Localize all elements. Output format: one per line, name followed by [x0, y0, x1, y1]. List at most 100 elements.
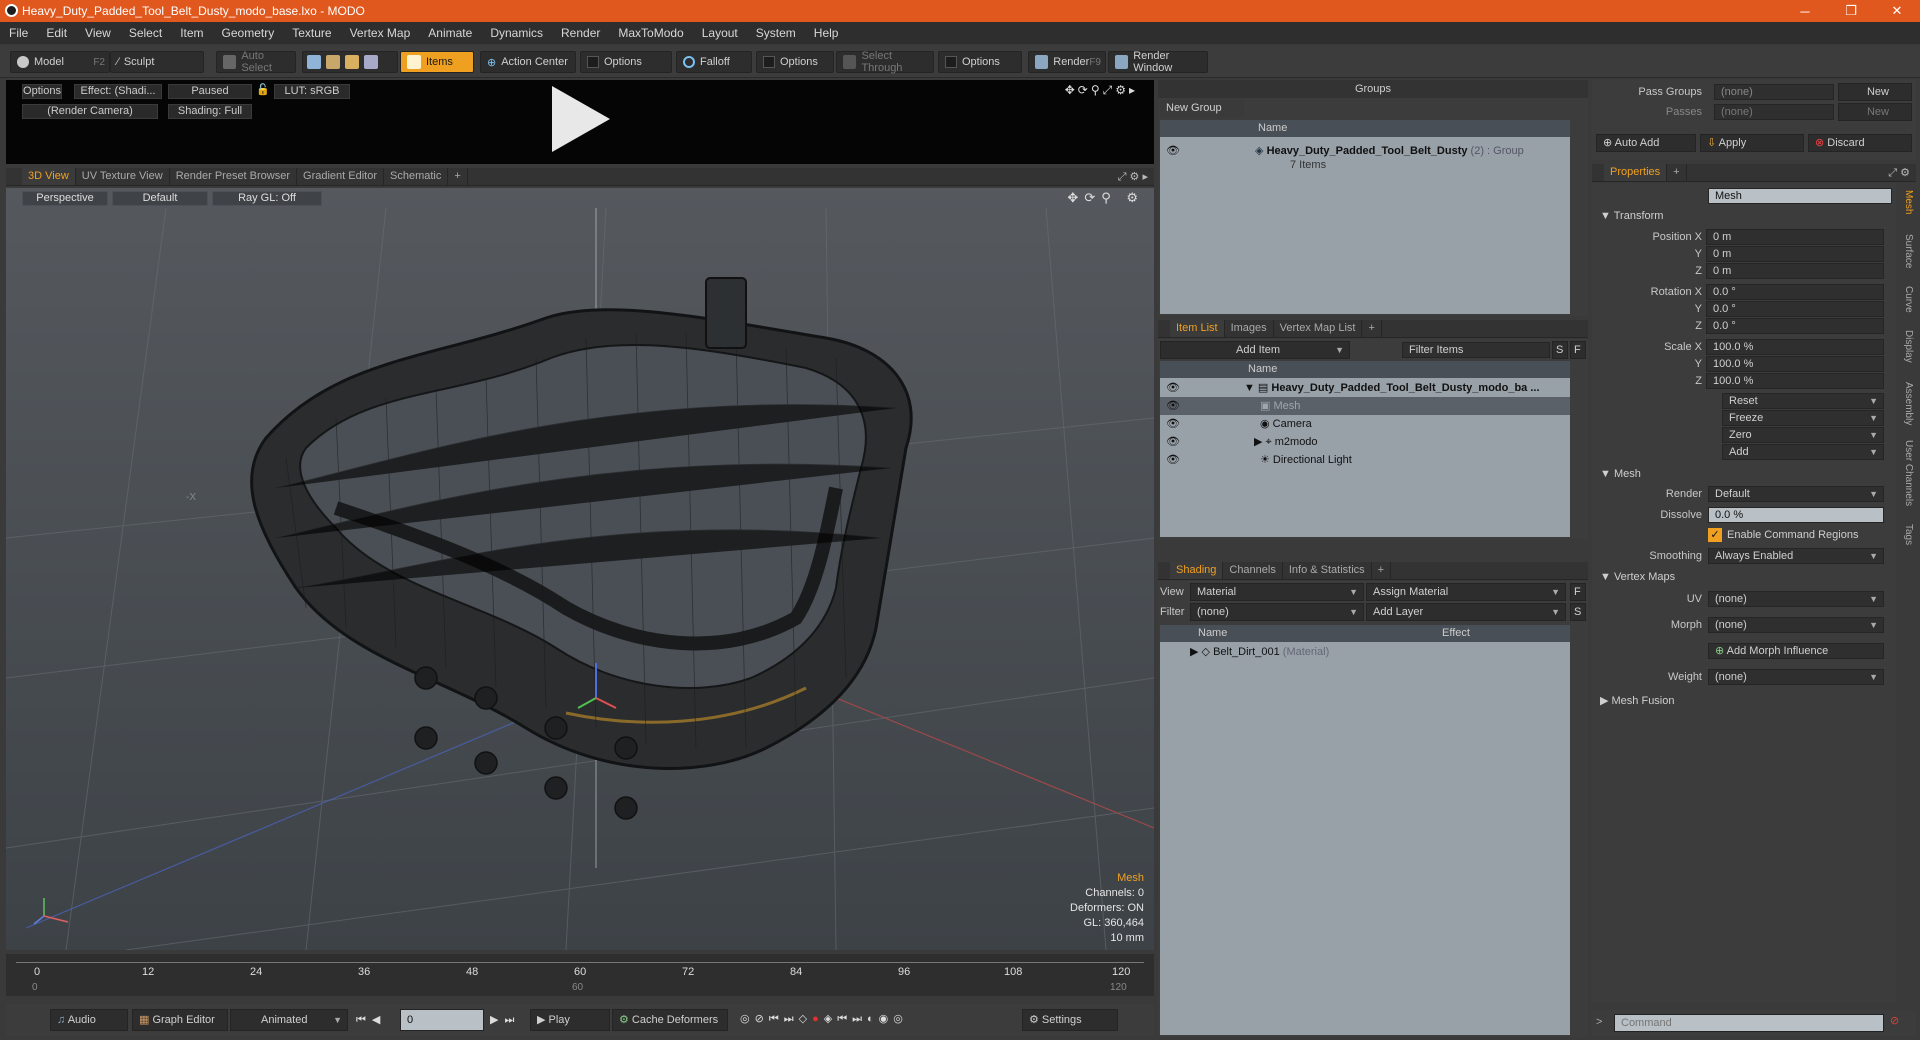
graph-editor-button[interactable]: ▦ Graph Editor: [132, 1009, 228, 1031]
side-tab-surface[interactable]: Surface: [1898, 234, 1914, 268]
select-toggle[interactable]: S: [1570, 603, 1586, 621]
new-pass-group-button[interactable]: New: [1838, 83, 1912, 101]
apply-button[interactable]: ⇩ Apply: [1700, 134, 1804, 152]
tab-properties[interactable]: Properties: [1604, 164, 1668, 181]
zero-dropdown[interactable]: Zero ▼: [1722, 427, 1884, 443]
tab-uv-texture-view[interactable]: UV Texture View: [76, 168, 170, 185]
list-item[interactable]: 👁 ☀ Directional Light: [1160, 451, 1570, 469]
scale-z-field[interactable]: 100.0 %: [1706, 373, 1884, 389]
menu-file[interactable]: File: [0, 26, 37, 40]
item-name-field[interactable]: Mesh: [1708, 188, 1892, 204]
eye-icon[interactable]: 👁: [1166, 454, 1180, 466]
tab-channels[interactable]: Channels: [1223, 562, 1283, 579]
menu-item[interactable]: Item: [171, 26, 212, 40]
select-toggle[interactable]: S: [1552, 341, 1568, 359]
tab-render-preset-browser[interactable]: Render Preset Browser: [170, 168, 298, 185]
action-center-options-button[interactable]: Options: [580, 51, 672, 73]
discard-button[interactable]: ⊗ Discard: [1808, 134, 1912, 152]
menu-animate[interactable]: Animate: [419, 26, 481, 40]
play-icon[interactable]: [546, 84, 612, 154]
add-tab-button[interactable]: +: [1362, 320, 1382, 337]
shading-style-dropdown[interactable]: Default: [112, 191, 208, 206]
eye-icon[interactable]: 👁: [1166, 145, 1180, 157]
items-mode-button[interactable]: Items: [400, 51, 474, 73]
tab-info-statistics[interactable]: Info & Statistics: [1283, 562, 1372, 579]
add-layer-dropdown[interactable]: Add Layer ▼: [1366, 603, 1566, 621]
render-button[interactable]: Render F9: [1028, 51, 1106, 73]
play-button[interactable]: ▶ Play: [530, 1009, 610, 1031]
new-group-button[interactable]: New Group: [1160, 100, 1244, 118]
eye-icon[interactable]: 👁: [1166, 418, 1180, 430]
action-center-button[interactable]: ⊕ Action Center: [480, 51, 576, 73]
passes-dropdown[interactable]: (none): [1714, 104, 1834, 120]
perspective-dropdown[interactable]: Perspective: [22, 191, 108, 206]
sculpt-mode-button[interactable]: ⁄ Sculpt: [110, 51, 204, 73]
audio-button[interactable]: ♫ Audio: [50, 1009, 128, 1031]
frame-input[interactable]: 0: [400, 1009, 484, 1031]
weight-dropdown[interactable]: (none) ▼: [1708, 669, 1884, 685]
menu-layout[interactable]: Layout: [693, 26, 747, 40]
rotation-y-field[interactable]: 0.0 °: [1706, 301, 1884, 317]
tab-vertex-map-list[interactable]: Vertex Map List: [1274, 320, 1363, 337]
side-tab-mesh[interactable]: Mesh: [1898, 190, 1914, 214]
tab-shading[interactable]: Shading: [1170, 562, 1224, 579]
polygons-icon[interactable]: [345, 55, 359, 69]
render-window-button[interactable]: Render Window: [1108, 50, 1208, 74]
position-z-field[interactable]: 0 m: [1706, 263, 1884, 279]
preview-paused-button[interactable]: Paused: [168, 84, 252, 99]
expand-icon[interactable]: ⤢ ⚙ ▸: [1118, 170, 1148, 184]
add-dropdown[interactable]: Add ▼: [1722, 444, 1884, 460]
cache-deformers-button[interactable]: ⚙ Cache Deformers: [612, 1009, 728, 1031]
new-pass-button[interactable]: New: [1838, 103, 1912, 121]
side-tab-display[interactable]: Display: [1898, 330, 1914, 363]
command-input[interactable]: [1614, 1014, 1884, 1032]
reset-dropdown[interactable]: Reset ▼: [1722, 393, 1884, 409]
auto-select-button[interactable]: Auto Select: [216, 50, 296, 74]
settings-button[interactable]: ⚙ Settings: [1022, 1009, 1118, 1031]
freeze-dropdown[interactable]: Freeze ▼: [1722, 410, 1884, 426]
raygl-toggle[interactable]: Ray GL: Off: [212, 191, 322, 206]
dissolve-field[interactable]: 0.0 %: [1708, 507, 1884, 523]
select-through-button[interactable]: Select Through: [836, 50, 934, 74]
minimize-button[interactable]: ─: [1782, 0, 1828, 22]
position-y-field[interactable]: 0 m: [1706, 246, 1884, 262]
add-tab-button[interactable]: +: [1372, 562, 1392, 579]
menu-edit[interactable]: Edit: [37, 26, 76, 40]
select-through-options-button[interactable]: Options: [938, 51, 1022, 73]
list-item[interactable]: 👁 ◉ Camera: [1160, 415, 1570, 433]
model-mode-button[interactable]: Model F2: [10, 51, 110, 73]
position-x-field[interactable]: 0 m: [1706, 229, 1884, 245]
rotation-z-field[interactable]: 0.0 °: [1706, 318, 1884, 334]
assign-material-dropdown[interactable]: Assign Material ▼: [1366, 583, 1566, 601]
uv-dropdown[interactable]: (none) ▼: [1708, 591, 1884, 607]
add-morph-influence-button[interactable]: ⊕ Add Morph Influence: [1708, 643, 1884, 659]
scale-x-field[interactable]: 100.0 %: [1706, 339, 1884, 355]
eye-icon[interactable]: 👁: [1166, 436, 1180, 448]
list-item[interactable]: 👁 ▶ ⌖ m2modo: [1160, 433, 1570, 451]
preview-view-controls[interactable]: ✥⟳⚲⤢⚙▸: [1065, 83, 1138, 98]
filter-items-input[interactable]: Filter Items: [1402, 342, 1550, 358]
morph-dropdown[interactable]: (none) ▼: [1708, 617, 1884, 633]
add-item-dropdown[interactable]: Add Item ▼: [1160, 341, 1350, 359]
side-tab-user-channels[interactable]: User Channels: [1898, 440, 1914, 506]
tab-images[interactable]: Images: [1225, 320, 1274, 337]
falloff-options-button[interactable]: Options: [756, 51, 834, 73]
lock-icon[interactable]: 🔓: [256, 83, 270, 96]
preview-options-button[interactable]: Options: [22, 84, 62, 99]
side-tab-curve[interactable]: Curve: [1898, 286, 1914, 313]
keyframe-tools-icons[interactable]: ◎⊘⏮⏭◇●◈⏮⏭◐◉◎: [740, 1012, 908, 1026]
menu-system[interactable]: System: [747, 26, 805, 40]
stop-icon[interactable]: ⊘: [1890, 1014, 1899, 1027]
menu-help[interactable]: Help: [805, 26, 848, 40]
expand-icon[interactable]: ⤢ ⚙: [1888, 166, 1910, 180]
menu-render[interactable]: Render: [552, 26, 609, 40]
edges-icon[interactable]: [326, 55, 340, 69]
menu-dynamics[interactable]: Dynamics: [481, 26, 552, 40]
transport-end-icons[interactable]: ▶⏭: [490, 1013, 520, 1027]
maximize-button[interactable]: ❐: [1828, 0, 1874, 22]
eye-icon[interactable]: 👁: [1166, 382, 1180, 394]
side-tab-tags[interactable]: Tags: [1898, 524, 1914, 545]
transport-start-icons[interactable]: ⏮◀: [356, 1013, 386, 1027]
rotation-x-field[interactable]: 0.0 °: [1706, 284, 1884, 300]
animated-dropdown[interactable]: Animated ▼: [230, 1009, 348, 1031]
